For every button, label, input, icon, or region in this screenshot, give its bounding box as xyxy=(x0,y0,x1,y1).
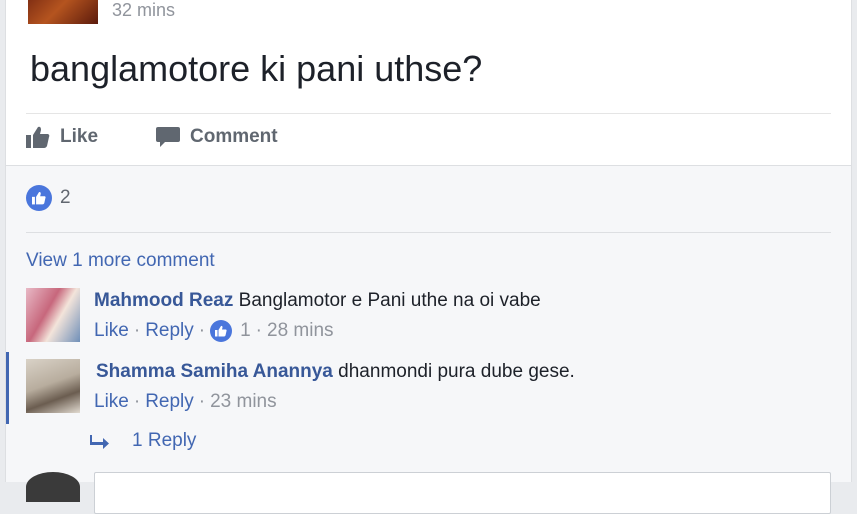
view-replies-link[interactable]: 1 Reply xyxy=(90,430,196,452)
comment-text: Banglamotor e Pani uthe na oi vabe xyxy=(238,290,541,311)
like-label: Like xyxy=(60,126,99,147)
comment-like-count: 1 xyxy=(240,320,251,341)
commenter-avatar[interactable] xyxy=(26,359,80,413)
thumbs-up-icon xyxy=(26,126,50,148)
divider xyxy=(26,232,831,233)
replies-label: 1 Reply xyxy=(132,430,197,451)
post-timestamp[interactable]: 32 mins xyxy=(112,0,175,21)
reply-arrow-icon xyxy=(90,435,109,449)
post-author-avatar[interactable] xyxy=(28,0,98,24)
like-button[interactable]: Like xyxy=(26,126,98,148)
active-thread-indicator xyxy=(6,352,9,424)
comment-timestamp[interactable]: 28 mins xyxy=(267,320,334,342)
post-card: 32 mins banglamotore ki pani uthse? Like… xyxy=(5,0,852,514)
commenter-avatar[interactable] xyxy=(26,288,80,342)
comment-reply-link[interactable]: Reply xyxy=(145,320,194,342)
comments-section: 2 View 1 more comment Mahmood Reaz Bangl… xyxy=(6,165,851,514)
current-user-avatar xyxy=(26,472,80,502)
comment-label: Comment xyxy=(190,126,278,147)
commenter-name[interactable]: Mahmood Reaz xyxy=(94,290,233,311)
commenter-name[interactable]: Shamma Samiha Anannya xyxy=(96,361,333,382)
comment-timestamp[interactable]: 23 mins xyxy=(210,391,277,413)
comment-like-link[interactable]: Like xyxy=(94,391,129,413)
reaction-summary[interactable]: 2 xyxy=(26,185,71,211)
reaction-count: 2 xyxy=(60,187,71,208)
comment-reply-link[interactable]: Reply xyxy=(145,391,194,413)
comment-button[interactable]: Comment xyxy=(156,126,278,148)
write-comment-input[interactable] xyxy=(94,472,831,514)
like-reaction-icon xyxy=(26,185,52,211)
post-text: banglamotore ki pani uthse? xyxy=(30,48,483,89)
divider xyxy=(26,113,831,114)
view-more-comments-link[interactable]: View 1 more comment xyxy=(26,250,215,272)
comment-bubble-icon xyxy=(156,127,180,147)
like-reaction-icon[interactable] xyxy=(210,320,233,342)
comment-like-link[interactable]: Like xyxy=(94,320,129,342)
comment-text: dhanmondi pura dube gese. xyxy=(338,361,575,382)
